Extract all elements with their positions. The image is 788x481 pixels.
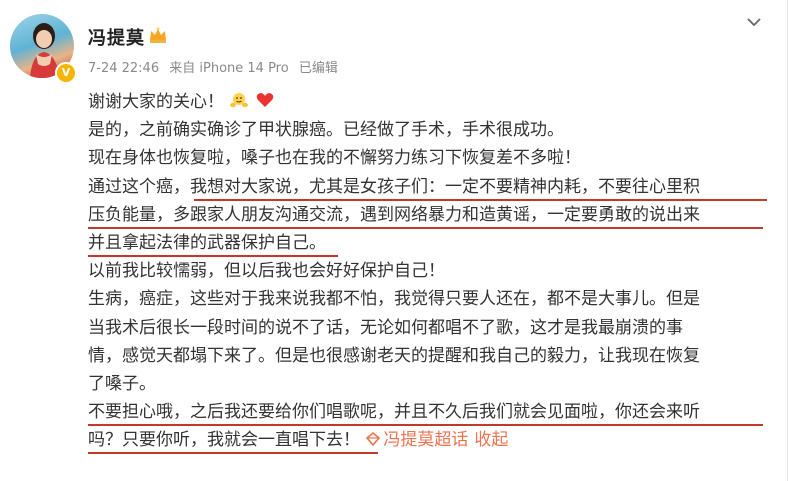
collapse-button[interactable]: 收起 xyxy=(474,430,508,450)
post-time[interactable]: 7-24 22:46 xyxy=(88,61,159,76)
post-text: 以前我比较懦弱，但以后我也会好好保护自己！ xyxy=(88,261,445,282)
post-line: 生病，癌症，这些对于我来说我都不怕，我觉得只要人还在，都不是大事儿。但是 xyxy=(88,285,778,313)
weibo-post: V 冯提莫 7-24 22:46 来自 iPhone 14 Pro 已编辑 谢谢… xyxy=(0,0,788,481)
post-text: 谢谢大家的关心！ xyxy=(88,92,224,112)
post-source: 来自 iPhone 14 Pro xyxy=(169,61,289,76)
post-line-highlighted: 通过这个癌，我想对大家说，尤其是女孩子们：一定不要精神内耗，不要往心里积 xyxy=(88,173,778,201)
post-line: 以前我比较懦弱，但以后我也会好好保护自己！ xyxy=(88,257,778,285)
post-content: 谢谢大家的关心！ 是的，之前确实确诊了甲状腺癌。已经做了手术，手术很成功。 现在… xyxy=(88,88,778,455)
post-meta: 7-24 22:46 来自 iPhone 14 Pro 已编辑 xyxy=(88,57,344,76)
edited-label[interactable]: 已编辑 xyxy=(299,61,338,76)
chevron-down-icon[interactable] xyxy=(746,16,762,28)
verified-badge: V xyxy=(55,62,77,84)
post-line: 情，感觉天都塌下来了。但是也很感谢老天的提醒和我自己的毅力，让我现在恢复 xyxy=(88,342,778,370)
post-text: 是的，之前确实确诊了甲状腺癌。已经做了手术，手术很成功。 xyxy=(88,120,564,141)
post-line: 是的，之前确实确诊了甲状腺癌。已经做了手术，手术很成功。 xyxy=(88,116,778,144)
post-line: 了嗓子。 xyxy=(88,370,778,398)
post-line: 现在身体也恢复啦，嗓子也在我的不懈努力练习下恢复差不多啦！ xyxy=(88,144,778,172)
post-line-highlighted: 并且拿起法律的武器保护自己。 xyxy=(88,229,778,257)
post-text: 通过这个癌，我想对大家说，尤其是女孩子们：一定不要精神内耗，不要往心里积 xyxy=(88,176,700,197)
post-line-highlighted: 吗？只要你听，我就会一直唱下去！ 冯提莫超话 收起 xyxy=(88,426,778,455)
post-text: 了嗓子。 xyxy=(88,373,156,394)
post-line: 谢谢大家的关心！ xyxy=(88,88,778,116)
clapping-emoji-icon xyxy=(229,90,249,119)
post-text: 并且拿起法律的武器保护自己。 xyxy=(88,232,326,253)
user-name[interactable]: 冯提莫 xyxy=(88,24,145,50)
post-line-highlighted: 压负能量，多跟家人朋友沟通交流，遇到网络暴力和造黄谣，一定要勇敢的说出来 xyxy=(88,201,778,229)
post-line-highlighted: 不要担心哦，之后我还要给你们唱歌呢，并且不久后我们就会见面啦，你还会来听 xyxy=(88,398,778,427)
red-underline xyxy=(88,452,378,455)
supertopic-link[interactable]: 冯提莫超话 xyxy=(383,430,468,450)
post-text: 情，感觉天都塌下来了。但是也很感谢老天的提醒和我自己的毅力，让我现在恢复 xyxy=(88,345,700,366)
post-text: 不要担心哦，之后我还要给你们唱歌呢，并且不久后我们就会见面啦，你还会来听 xyxy=(88,402,700,423)
post-text: 当我术后很长一段时间的说不了话，无论如何都唱不了歌，这才是我最崩溃的事 xyxy=(88,317,683,338)
post-text: 现在身体也恢复啦，嗓子也在我的不懈努力练习下恢复差不多啦！ xyxy=(88,148,581,169)
post-line: 当我术后很长一段时间的说不了话，无论如何都唱不了歌，这才是我最崩溃的事 xyxy=(88,314,778,342)
crown-icon xyxy=(150,27,166,43)
heart-emoji-icon xyxy=(255,90,275,119)
supertopic-diamond-icon xyxy=(366,432,381,447)
post-text: 生病，癌症，这些对于我来说我都不怕，我觉得只要人还在，都不是大事儿。但是 xyxy=(88,289,700,310)
post-text: 压负能量，多跟家人朋友沟通交流，遇到网络暴力和造黄谣，一定要勇敢的说出来 xyxy=(88,204,700,225)
post-text: 吗？只要你听，我就会一直唱下去！ xyxy=(88,430,360,451)
